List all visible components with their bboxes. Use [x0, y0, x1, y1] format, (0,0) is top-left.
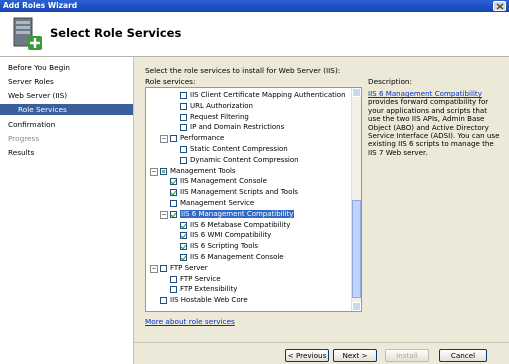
tree-item-checkbox[interactable]: [160, 297, 167, 305]
more-about-role-services-link[interactable]: More about role services: [145, 317, 235, 326]
scroll-thumb[interactable]: [352, 200, 361, 298]
tree-expander-icon[interactable]: −: [150, 167, 158, 176]
tree-item-label: IIS 6 Management Compatibility: [180, 209, 295, 218]
tree-item-checkbox[interactable]: [180, 221, 187, 229]
tree-item-checkbox[interactable]: [160, 167, 167, 175]
title-bar: Add Roles Wizard: [0, 0, 509, 12]
tree-item-checkbox[interactable]: [180, 92, 187, 99]
nav-item-server-roles[interactable]: Server Roles: [8, 77, 54, 86]
next-button[interactable]: Next >: [333, 349, 377, 362]
nav-item-confirmation[interactable]: Confirmation: [8, 120, 55, 129]
tree-item-checkbox[interactable]: [160, 264, 167, 272]
tree-item-label: Management Tools: [170, 166, 236, 175]
tree-item-label: FTP Server: [170, 263, 208, 272]
wizard-header: Select Role Services: [0, 12, 509, 57]
close-icon: [496, 3, 504, 10]
role-services-label: Role services:: [145, 77, 196, 86]
tree-item-label: IIS 6 Management Console: [190, 253, 284, 261]
tree-item-checkbox[interactable]: [180, 254, 187, 261]
scroll-down-button[interactable]: [352, 302, 361, 311]
cancel-button[interactable]: Cancel: [439, 349, 487, 362]
role-services-tree[interactable]: IIS Client Certificate Mapping Authentic…: [145, 87, 362, 312]
tree-item-label: FTP Extensibility: [180, 285, 238, 294]
tree-item-label: IIS 6 Metabase Compatibility: [190, 220, 291, 229]
tree-expander-icon[interactable]: −: [160, 210, 168, 219]
tree-item-label: IIS Client Certificate Mapping Authentic…: [190, 91, 346, 99]
close-button[interactable]: [493, 1, 506, 11]
tree-item-checkbox[interactable]: [180, 146, 187, 153]
nav-item-results[interactable]: Results: [8, 148, 34, 157]
description-panel: IIS 6 Management Compatibility provides …: [368, 89, 500, 157]
wizard-nav: Before You Begin Server Roles Web Server…: [0, 57, 134, 364]
previous-button[interactable]: < Previous: [285, 349, 329, 362]
tree-scrollbar[interactable]: [351, 88, 361, 311]
tree-expander-icon[interactable]: −: [160, 135, 168, 144]
page-title: Select Role Services: [50, 26, 182, 40]
tree-item-label: Dynamic Content Compression: [190, 155, 299, 164]
tree-item-label: IIS 6 Scripting Tools: [190, 242, 259, 251]
tree-item-checkbox[interactable]: [180, 156, 187, 164]
nav-item-role-services[interactable]: Role Services: [0, 104, 133, 115]
tree-item-checkbox[interactable]: [180, 113, 187, 121]
nav-item-label: Role Services: [18, 105, 67, 114]
nav-item-web-server[interactable]: Web Server (IIS): [8, 91, 67, 100]
description-text: provides forward compatibility for your …: [368, 97, 500, 157]
tree-item-checkbox[interactable]: [170, 275, 177, 283]
tree-item-label: IIS Management Console: [180, 177, 267, 186]
server-add-icon: [13, 17, 42, 50]
footer-divider: [134, 342, 509, 343]
tree-item-checkbox[interactable]: [170, 178, 177, 186]
tree-item-label: Management Service: [180, 199, 255, 207]
tree-item-checkbox[interactable]: [180, 232, 187, 240]
tree-item-checkbox[interactable]: [180, 124, 187, 132]
tree-item-label: IIS Hostable Web Core: [170, 296, 248, 305]
scroll-up-button[interactable]: [352, 88, 361, 97]
tree-item-checkbox[interactable]: [170, 210, 177, 218]
tree-expander-icon[interactable]: −: [150, 264, 158, 273]
tree-item-label: IP and Domain Restrictions: [190, 123, 285, 132]
tree-item-label: IIS 6 WMI Compatibility: [190, 231, 272, 240]
nav-item-before-you-begin[interactable]: Before You Begin: [8, 63, 70, 72]
description-label: Description:: [368, 77, 413, 86]
tree-item-checkbox[interactable]: [180, 102, 187, 110]
tree-item-checkbox[interactable]: [170, 200, 177, 207]
tree-item-checkbox[interactable]: [170, 286, 177, 294]
tree-item-checkbox[interactable]: [180, 243, 187, 251]
main-panel: Select the role services to install for …: [134, 57, 509, 364]
tree-item-checkbox[interactable]: [170, 135, 177, 143]
intro-text: Select the role services to install for …: [145, 66, 341, 75]
tree-item-checkbox[interactable]: [170, 189, 177, 197]
window-title: Add Roles Wizard: [3, 1, 78, 10]
nav-item-progress: Progress: [8, 134, 40, 143]
tree-item-label: IIS Management Scripts and Tools: [180, 188, 298, 197]
tree-item-label: URL Authorization: [190, 101, 253, 110]
tree-item-label: Static Content Compression: [190, 145, 288, 153]
tree-item-label: Performance: [180, 134, 225, 143]
tree-item-label: FTP Service: [180, 274, 221, 283]
tree-item-label: Request Filtering: [190, 112, 249, 121]
install-button: Install: [385, 349, 429, 362]
